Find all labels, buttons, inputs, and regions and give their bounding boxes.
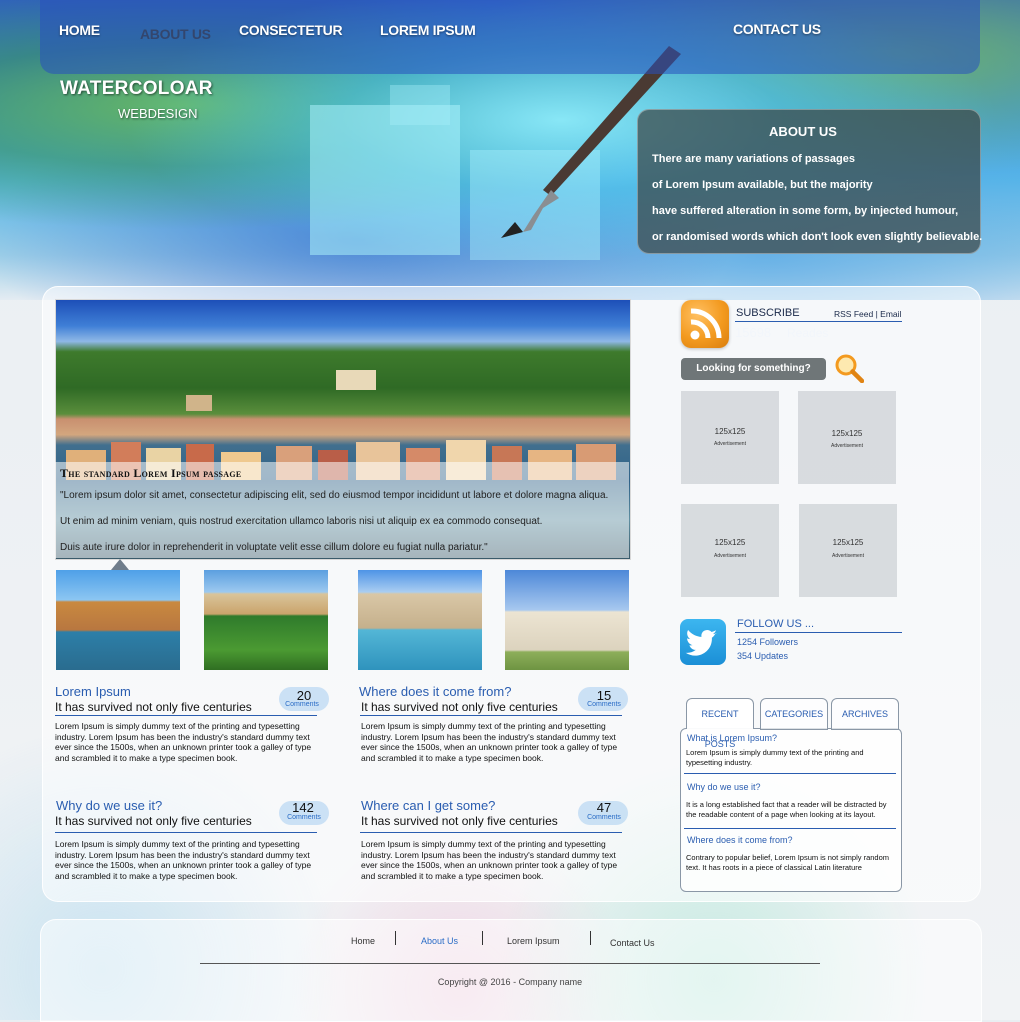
twitter-bird-icon [685,630,717,656]
recent-post-link[interactable]: Where does it come from? [687,835,793,845]
about-us-box: ABOUT US There are many variations of pa… [637,109,983,254]
logo-subtitle: WEBDESIGN [118,106,198,121]
slide-text-line: "Lorem ipsum dolor sit amet, consectetur… [60,490,609,501]
recent-post-excerpt: It is a long established fact that a rea… [686,800,887,819]
thumbnail-fountain[interactable] [358,570,482,670]
tab-recent-posts[interactable]: RECENT POSTS [686,698,754,749]
comment-count-label: Comments [287,814,321,821]
about-line: There are many variations of passages [652,153,855,165]
post-subtitle: It has survived not only five centuries [361,700,558,714]
nav-consectetur[interactable]: CONSECTETUR [239,22,343,38]
thumbnail-venice[interactable] [56,570,180,670]
followers-count: 1254 Followers [737,637,799,647]
ad-slot[interactable]: 125x125 Advertisement [681,504,779,597]
rss-email-links[interactable]: RSS Feed | Email [834,309,901,319]
thumbnail-garden[interactable] [204,570,328,670]
follow-divider [735,632,902,633]
about-line: have suffered alteration in some form, b… [652,205,959,217]
ad-slot[interactable]: 125x125 Advertisement [799,504,897,597]
search-input[interactable] [681,358,826,380]
footer-link-about-us[interactable]: About Us [421,936,458,946]
post-subtitle: It has survived not only five centuries [361,814,558,828]
footer-link-contact-us[interactable]: Contact Us [610,938,655,948]
ad-size: 125x125 [831,429,863,438]
subscribe-divider [735,321,902,322]
magnifier-icon [835,354,865,384]
comment-count-label: Comments [587,701,621,708]
ad-size: 125x125 [714,427,746,436]
post-title[interactable]: Why do we use it? [56,798,162,813]
twitter-icon[interactable] [680,619,726,665]
footer-separator [590,931,591,945]
nav-home[interactable]: HOME [59,22,100,38]
ad-size: 125x125 [714,538,746,547]
rss-glyph-icon [690,308,722,340]
footer-link-home[interactable]: Home [351,936,375,946]
thumbnail-pisa[interactable] [505,570,629,670]
recent-post-excerpt: Contrary to popular belief, Lorem Ipsum … [686,853,890,872]
readers-label: Reades [787,326,829,340]
post-title[interactable]: Where can I get some? [361,798,495,813]
post-body: Lorem Ipsum is simply dummy text of the … [55,839,312,881]
post-divider [360,715,622,716]
comment-count-label: Comments [285,701,319,708]
copyright-text: Copyright @ 2016 - Company name [437,977,583,987]
footer-link-lorem-ipsum[interactable]: Lorem Ipsum [507,936,560,946]
post-title[interactable]: Lorem Ipsum [55,684,131,699]
post-subtitle: It has survived not only five centuries [55,700,252,714]
nav-contact-us[interactable]: CONTACT US [733,21,821,37]
post-body: Lorem Ipsum is simply dummy text of the … [361,839,618,881]
rss-icon[interactable] [681,300,729,348]
ad-label: Advertisement [832,553,864,559]
recent-post-divider [684,828,896,829]
ad-label: Advertisement [714,553,746,559]
post-divider [55,715,317,716]
tab-categories[interactable]: CATEGORIES [760,698,828,730]
recent-post-excerpt: Lorem Ipsum is simply dummy text of the … [686,748,864,767]
ad-size: 125x125 [832,538,864,547]
footer-divider [200,963,820,964]
recent-post-divider [684,773,896,774]
slide-text-line: Duis aute irure dolor in reprehenderit i… [60,542,488,553]
footer-separator [482,931,483,945]
footer-panel [40,919,982,1022]
about-us-title: ABOUT US [769,124,837,139]
recent-post-link[interactable]: What is Lorem Ipsum? [687,733,777,743]
subscribe-label: SUBSCRIBE [736,307,800,319]
tab-archives[interactable]: ARCHIVES [831,698,899,730]
post-divider [360,832,622,833]
comment-count[interactable]: 47 [577,800,631,815]
comment-count[interactable]: 142 [276,800,330,815]
ad-slot[interactable]: 125x125 Advertisement [681,391,779,484]
recent-post-link[interactable]: Why do we use it? [687,782,761,792]
slide-text-line: Ut enim ad minim veniam, quis nostrud ex… [60,516,543,527]
ad-label: Advertisement [714,441,746,447]
post-title[interactable]: Where does it come from? [359,684,511,699]
about-line: of Lorem Ipsum available, but the majori… [652,179,873,191]
readers-count: 15698 [735,325,772,340]
post-body: Lorem Ipsum is simply dummy text of the … [55,721,312,763]
logo-title[interactable]: WATERCOLOAR [60,78,213,100]
post-divider [55,832,317,833]
slide-pointer-icon [111,559,129,570]
footer-separator [395,931,396,945]
follow-us-label[interactable]: FOLLOW US ... [737,618,814,630]
main-nav: HOME ABOUT US CONSECTETUR LOREM IPSUM CO… [40,0,980,74]
updates-count: 354 Updates [737,651,789,661]
post-body: Lorem Ipsum is simply dummy text of the … [361,721,618,763]
comment-count-label: Comments [587,814,621,821]
castle-tower [390,85,450,125]
castle-illustration [310,105,460,255]
post-subtitle: It has survived not only five centuries [55,814,252,828]
about-line: or randomised words which don't look eve… [652,231,983,243]
nav-lorem-ipsum[interactable]: LOREM IPSUM [380,22,476,38]
ad-label: Advertisement [831,443,863,449]
ad-slot[interactable]: 125x125 Advertisement [798,391,896,484]
nav-about-us[interactable]: ABOUT US [140,26,211,42]
slide-title: The standard Lorem Ipsum passage [60,466,242,480]
search-button[interactable] [834,353,865,384]
